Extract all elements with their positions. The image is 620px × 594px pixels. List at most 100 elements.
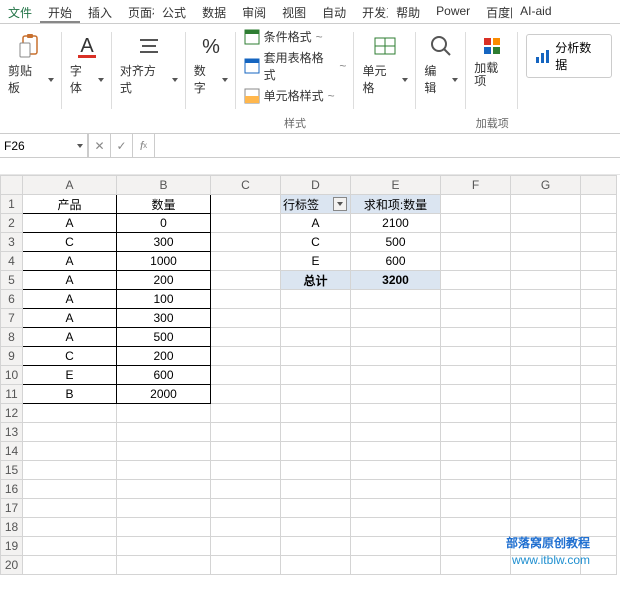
cell-C6[interactable] — [211, 290, 281, 309]
cell-A1[interactable]: 产品 — [23, 195, 117, 214]
conditional-format-button[interactable]: 条件格式 ~ — [244, 28, 347, 45]
cell-A11[interactable]: B — [23, 385, 117, 404]
cell-F11[interactable] — [441, 385, 511, 404]
cell-F15[interactable] — [441, 461, 511, 480]
cell-F18[interactable] — [441, 518, 511, 537]
cell-F2[interactable] — [441, 214, 511, 233]
cell-F8[interactable] — [441, 328, 511, 347]
cell-style-button[interactable]: 单元格样式 ~ — [244, 87, 347, 104]
cell-B19[interactable] — [117, 537, 211, 556]
cell-H16[interactable] — [581, 480, 617, 499]
cell-H11[interactable] — [581, 385, 617, 404]
cell-F16[interactable] — [441, 480, 511, 499]
cell-E6[interactable] — [351, 290, 441, 309]
row-header-6[interactable]: 6 — [1, 290, 23, 309]
analyze-data-button[interactable]: 分析数据 — [526, 34, 612, 78]
cell-E16[interactable] — [351, 480, 441, 499]
cell-E9[interactable] — [351, 347, 441, 366]
cell-H12[interactable] — [581, 404, 617, 423]
cell-C12[interactable] — [211, 404, 281, 423]
cell-A19[interactable] — [23, 537, 117, 556]
cell-E7[interactable] — [351, 309, 441, 328]
cell-F4[interactable] — [441, 252, 511, 271]
tab-file[interactable]: 文件 — [0, 0, 40, 23]
fx-button[interactable]: fx — [133, 134, 155, 157]
cell-B16[interactable] — [117, 480, 211, 499]
row-header-14[interactable]: 14 — [1, 442, 23, 461]
col-header-G[interactable]: G — [511, 176, 581, 195]
cell-B7[interactable]: 300 — [117, 309, 211, 328]
cell-C2[interactable] — [211, 214, 281, 233]
cell-F1[interactable] — [441, 195, 511, 214]
cell-E1[interactable]: 求和项:数量 — [351, 195, 441, 214]
tab-page-layout[interactable]: 页面布局 — [120, 0, 154, 23]
cell-D19[interactable] — [281, 537, 351, 556]
cell-D4[interactable]: E — [281, 252, 351, 271]
cell-G13[interactable] — [511, 423, 581, 442]
tab-baidu[interactable]: 百度网盘 — [478, 0, 512, 23]
cell-G7[interactable] — [511, 309, 581, 328]
cell-H6[interactable] — [581, 290, 617, 309]
cell-H1[interactable] — [581, 195, 617, 214]
tab-help[interactable]: 帮助 — [388, 0, 428, 23]
grid[interactable]: ABCDEFG1产品数量行标签求和项:数量2A0A21003C300C5004A… — [0, 175, 617, 575]
cell-A9[interactable]: C — [23, 347, 117, 366]
row-header-7[interactable]: 7 — [1, 309, 23, 328]
col-header-extra[interactable] — [581, 176, 617, 195]
cell-E5[interactable]: 3200 — [351, 271, 441, 290]
cell-D13[interactable] — [281, 423, 351, 442]
align-button[interactable]: 对齐方式 — [120, 28, 178, 96]
cell-F5[interactable] — [441, 271, 511, 290]
cell-G11[interactable] — [511, 385, 581, 404]
clipboard-button[interactable]: 剪贴板 — [8, 28, 54, 96]
tab-formulas[interactable]: 公式 — [154, 0, 194, 23]
col-header-D[interactable]: D — [281, 176, 351, 195]
cell-F20[interactable] — [441, 556, 511, 575]
cell-E10[interactable] — [351, 366, 441, 385]
cell-D7[interactable] — [281, 309, 351, 328]
cell-C19[interactable] — [211, 537, 281, 556]
tab-view[interactable]: 视图 — [274, 0, 314, 23]
cell-B5[interactable]: 200 — [117, 271, 211, 290]
row-header-2[interactable]: 2 — [1, 214, 23, 233]
cell-A15[interactable] — [23, 461, 117, 480]
cell-B9[interactable]: 200 — [117, 347, 211, 366]
row-header-12[interactable]: 12 — [1, 404, 23, 423]
cell-E3[interactable]: 500 — [351, 233, 441, 252]
cell-C9[interactable] — [211, 347, 281, 366]
cell-G5[interactable] — [511, 271, 581, 290]
cell-C11[interactable] — [211, 385, 281, 404]
cell-A18[interactable] — [23, 518, 117, 537]
cell-G4[interactable] — [511, 252, 581, 271]
cell-F17[interactable] — [441, 499, 511, 518]
cell-B12[interactable] — [117, 404, 211, 423]
cell-H9[interactable] — [581, 347, 617, 366]
cell-F10[interactable] — [441, 366, 511, 385]
row-header-18[interactable]: 18 — [1, 518, 23, 537]
cell-E19[interactable] — [351, 537, 441, 556]
row-header-17[interactable]: 17 — [1, 499, 23, 518]
tab-home[interactable]: 开始 — [40, 0, 80, 23]
chevron-down-icon[interactable] — [75, 139, 83, 153]
cell-A4[interactable]: A — [23, 252, 117, 271]
cell-B8[interactable]: 500 — [117, 328, 211, 347]
pivot-filter-button[interactable] — [333, 197, 347, 211]
row-header-10[interactable]: 10 — [1, 366, 23, 385]
cell-B4[interactable]: 1000 — [117, 252, 211, 271]
cell-G12[interactable] — [511, 404, 581, 423]
cell-B6[interactable]: 100 — [117, 290, 211, 309]
cell-E13[interactable] — [351, 423, 441, 442]
number-button[interactable]: % 数字 — [194, 28, 228, 96]
cell-A2[interactable]: A — [23, 214, 117, 233]
cell-D11[interactable] — [281, 385, 351, 404]
cell-D16[interactable] — [281, 480, 351, 499]
cell-H4[interactable] — [581, 252, 617, 271]
cell-A13[interactable] — [23, 423, 117, 442]
cell-G2[interactable] — [511, 214, 581, 233]
table-format-button[interactable]: 套用表格格式 ~ — [244, 49, 347, 83]
cell-G15[interactable] — [511, 461, 581, 480]
row-header-4[interactable]: 4 — [1, 252, 23, 271]
cell-A10[interactable]: E — [23, 366, 117, 385]
cell-D1[interactable]: 行标签 — [281, 195, 351, 214]
cell-G18[interactable] — [511, 518, 581, 537]
